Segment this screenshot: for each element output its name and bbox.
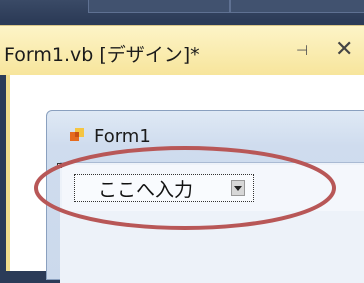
highlight-ellipse xyxy=(34,146,336,230)
highlight-ellipse-shape xyxy=(34,146,336,230)
